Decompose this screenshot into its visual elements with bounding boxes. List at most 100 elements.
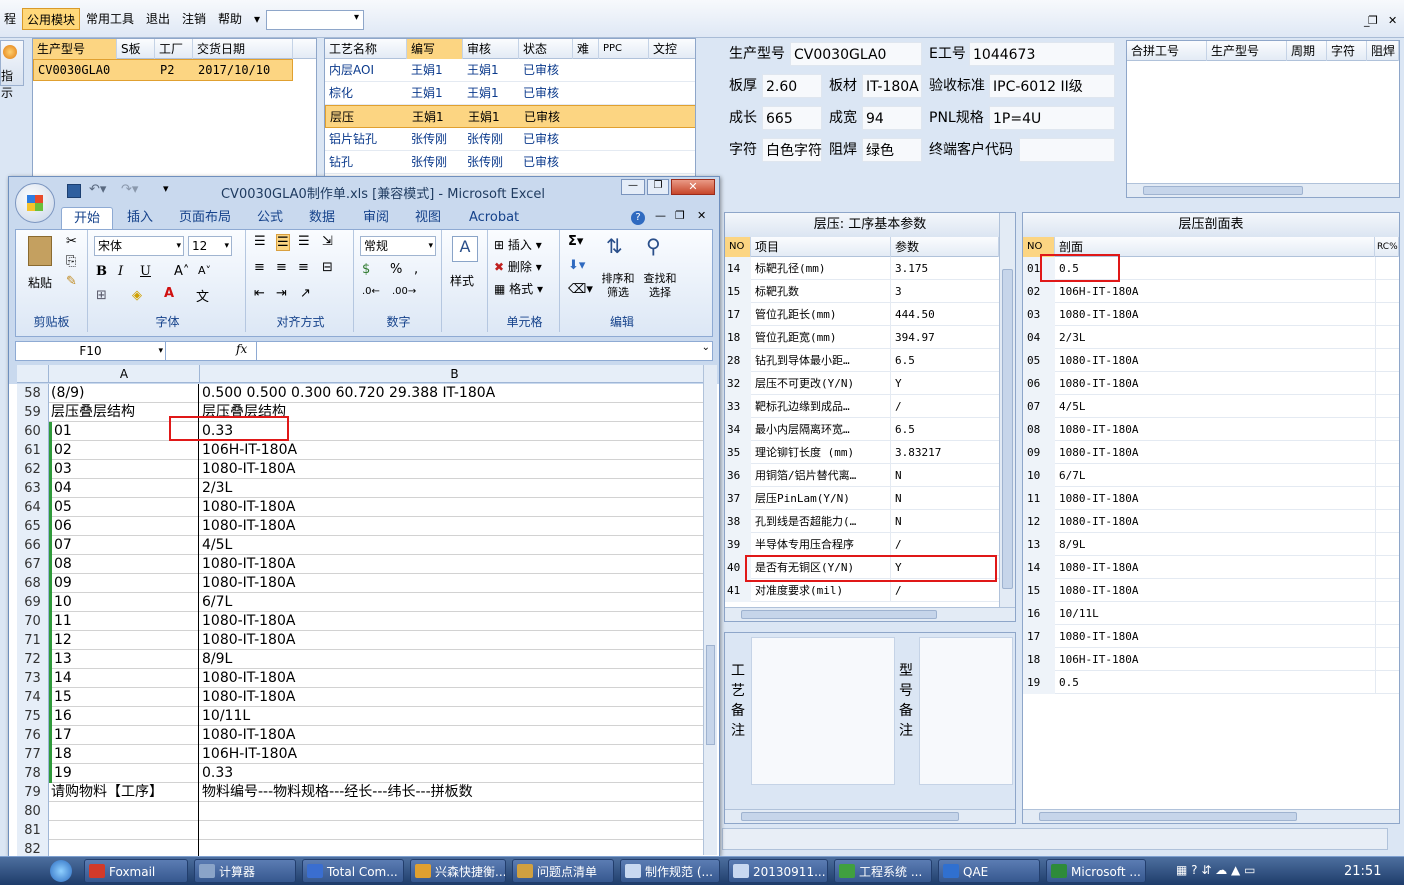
table-row[interactable]: 15 1080-IT-180A [1023,579,1399,602]
delete-cells-button[interactable]: ✖ 删除 ▾ [494,258,542,275]
scrollbar-thumb[interactable] [741,812,959,821]
decrease-indent-icon[interactable]: ⇤ [254,286,265,301]
standard-field[interactable]: IPC-6012 II级 [989,74,1115,98]
row-header[interactable]: 76 [17,726,49,745]
cell-a[interactable]: 12 [49,631,199,650]
table-row[interactable]: 32 层压不可更改(Y/N) Y [725,372,999,395]
col-header-item[interactable]: 项目 [751,237,891,257]
wrap-text-icon[interactable]: ⇲ [322,234,333,249]
table-row[interactable]: 37 层压PinLam(Y/N) N [725,487,999,510]
cell-b[interactable]: 1080-IT-180A [200,669,708,688]
paste-button[interactable]: 粘贴 [28,274,52,291]
table-row[interactable]: 11 1080-IT-180A [1023,487,1399,510]
cell-a[interactable]: 09 [49,574,199,593]
cell-b[interactable]: 1080-IT-180A [200,612,708,631]
thickness-field[interactable]: 2.60 [762,74,822,98]
table-row[interactable]: CV0030GLA0 P2 2017/10/10 [33,59,293,81]
col-header-rc[interactable]: RC% [1375,237,1399,257]
col-header-model[interactable]: 生产型号 [1207,41,1287,61]
quick-access-dropdown-icon[interactable]: ▾ [163,182,169,195]
align-bottom-icon[interactable]: ☰ [298,234,310,249]
cell-a[interactable]: 05 [49,498,199,517]
table-row[interactable]: 铝片钻孔 张传刚 张传刚 已审核 [325,128,695,151]
taskbar-button[interactable]: 兴森快捷衡... [410,859,506,883]
table-row[interactable]: 17 管位孔距长(mm) 444.50 [725,303,999,326]
tab-view[interactable]: 视图 [415,207,441,229]
col-header-model[interactable]: 生产型号 [33,39,117,59]
menu-item-common-module[interactable]: 公用模块 [22,8,81,30]
format-cells-button[interactable]: ▦ 格式 ▾ [494,280,543,297]
horizontal-scrollbar[interactable] [725,607,1015,621]
cell-b[interactable]: 物料编号---物料规格---经长---纬长---拼板数 [200,783,708,802]
row-header[interactable]: 72 [17,650,49,669]
cell-b[interactable]: 4/5L [200,536,708,555]
number-format-select[interactable]: 常规 ▾ [360,236,436,256]
cell-a[interactable]: 04 [49,479,199,498]
col-header-status[interactable]: 状态 [519,39,573,59]
autosum-icon[interactable]: Σ▾ [568,234,583,249]
clock[interactable]: 21:51 [1344,864,1381,879]
e-number-field[interactable]: 1044673 [969,42,1115,66]
table-row[interactable]: 棕化 王娟1 王娟1 已审核 [325,82,695,105]
cell-b[interactable]: 1080-IT-180A [200,460,708,479]
table-row[interactable]: 18 106H-IT-180A [1023,648,1399,671]
underline-icon[interactable]: U [140,264,151,279]
col-header-cycle[interactable]: 周期 [1287,41,1327,61]
table-row[interactable]: 28 钻孔到导体最小距… 6.5 [725,349,999,372]
table-row[interactable]: 09 1080-IT-180A [1023,441,1399,464]
spreadsheet-row[interactable]: 73 14 1080-IT-180A [17,669,709,688]
spreadsheet-row[interactable]: 58 (8/9) 0.500 0.500 0.300 60.720 29.388 I… [17,384,709,403]
col-header-reviewer[interactable]: 审核 [463,39,519,59]
cell-b[interactable]: 0.500 0.500 0.300 60.720 29.388 IT-180A [200,384,708,403]
taskbar-button[interactable]: 工程系统 ... [834,859,932,883]
row-header[interactable]: 81 [17,821,49,840]
vertical-scrollbar[interactable] [999,213,1015,607]
col-header-s-board[interactable]: S板 [117,39,155,59]
spreadsheet-row[interactable]: 65 06 1080-IT-180A [17,517,709,536]
orientation-icon[interactable]: ↗ [300,286,311,301]
spreadsheet-grid[interactable]: 58 (8/9) 0.500 0.500 0.300 60.720 29.388 I… [9,384,719,856]
start-icon[interactable] [50,860,72,882]
material-field[interactable]: IT-180A [862,74,922,98]
table-row[interactable]: 16 10/11L [1023,602,1399,625]
fill-color-icon[interactable]: ◈ [132,288,142,303]
restore-icon[interactable]: ❐ [1368,14,1378,27]
scrollbar-thumb[interactable] [1002,269,1013,589]
cell-b[interactable]: 106H-IT-180A [200,745,708,764]
spreadsheet-row[interactable]: 70 11 1080-IT-180A [17,612,709,631]
cell-a[interactable]: 03 [49,460,199,479]
row-header[interactable]: 77 [17,745,49,764]
col-header-merge-no[interactable]: 合拼工号 [1127,41,1207,61]
row-header[interactable]: 63 [17,479,49,498]
row-header[interactable]: 78 [17,764,49,783]
align-middle-icon[interactable]: ☰ [276,234,290,251]
cell-a[interactable]: 06 [49,517,199,536]
spreadsheet-row[interactable]: 72 13 8/9L [17,650,709,669]
cell-a[interactable]: 13 [49,650,199,669]
scrollbar-thumb[interactable] [1143,186,1303,195]
cell-a[interactable] [49,802,199,821]
cell-a[interactable]: 17 [49,726,199,745]
col-header-no[interactable]: NO [725,237,751,257]
col-header-delivery-date[interactable]: 交货日期 [193,39,293,59]
phonetic-icon[interactable]: 文 [196,286,209,305]
cell-b[interactable] [200,840,708,856]
help-dropdown-icon[interactable]: ▾ [250,8,264,30]
table-row[interactable]: 06 1080-IT-180A [1023,372,1399,395]
scrollbar-thumb[interactable] [1039,812,1297,821]
cell-b[interactable]: 1080-IT-180A [200,498,708,517]
taskbar-button[interactable]: 制作规范 (... [620,859,720,883]
row-header[interactable]: 79 [17,783,49,802]
format-painter-icon[interactable]: ✎ [66,274,77,289]
model-field[interactable]: CV0030GLA0 [790,42,922,66]
tab-insert[interactable]: 插入 [127,207,153,229]
cell-a[interactable]: 18 [49,745,199,764]
select-all-corner[interactable] [17,365,49,383]
cell-a[interactable]: 16 [49,707,199,726]
sort-filter-icon[interactable]: ⇅ [606,234,623,258]
spreadsheet-row[interactable]: 74 15 1080-IT-180A [17,688,709,707]
cell-b[interactable]: 1080-IT-180A [200,726,708,745]
table-row[interactable]: 钻孔 张传刚 张传刚 已审核 [325,151,695,174]
solder-mask-field[interactable]: 绿色 [862,138,922,162]
row-header[interactable]: 68 [17,574,49,593]
